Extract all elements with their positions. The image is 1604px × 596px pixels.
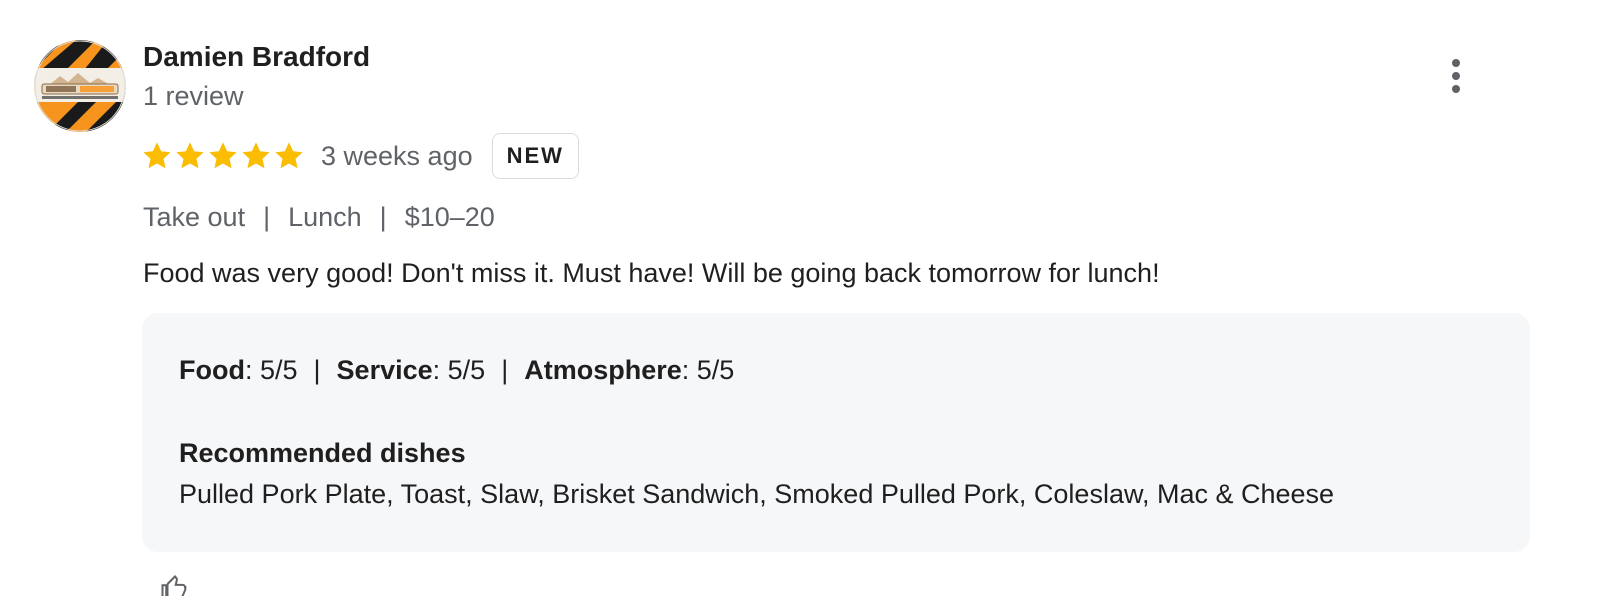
more-vert-icon (1452, 59, 1460, 67)
meal-type: Lunch (288, 202, 362, 232)
visit-meta: Take out | Lunch | $10–20 (143, 200, 495, 234)
more-options-button[interactable] (1436, 54, 1476, 98)
star-rating (141, 140, 305, 172)
star-icon (176, 142, 204, 169)
reviewer-name[interactable]: Damien Bradford (143, 40, 370, 74)
star-icon (242, 142, 270, 169)
score-separator: | (501, 355, 509, 385)
meta-separator: | (379, 202, 387, 232)
new-badge: NEW (491, 133, 579, 179)
logo-avatar-icon (34, 40, 126, 132)
star-icon (143, 142, 171, 169)
thumbs-up-icon[interactable] (160, 574, 190, 596)
star-icon (209, 142, 237, 169)
rating-row: 3 weeks ago NEW (141, 131, 579, 181)
score-separator: | (313, 355, 321, 385)
recommended-dishes-list: Pulled Pork Plate, Toast, Slaw, Brisket … (179, 479, 1335, 509)
review-card: Damien Bradford 1 review 3 weeks ago NEW… (0, 0, 1604, 596)
review-time: 3 weeks ago (321, 140, 473, 171)
review-details-box: Food : 5/5 | Service : 5/5 | Atmosphere … (142, 313, 1530, 552)
meta-separator: | (263, 202, 271, 232)
service-score-label: Service (336, 355, 433, 385)
more-vert-icon-dot (1452, 85, 1460, 93)
service-type: Take out (143, 202, 246, 232)
reviewer-avatar[interactable] (34, 40, 126, 132)
food-score-value: : 5/5 (244, 355, 298, 385)
review-text: Food was very good! Don't miss it. Must … (143, 258, 1160, 288)
review-count[interactable]: 1 review (143, 80, 244, 112)
price-range: $10–20 (404, 202, 495, 232)
food-score-label: Food (179, 355, 245, 385)
scores-row: Food : 5/5 | Service : 5/5 | Atmosphere … (179, 353, 734, 387)
atmosphere-score-value: : 5/5 (681, 355, 735, 385)
recommended-dishes-heading: Recommended dishes (179, 438, 466, 468)
atmosphere-score-label: Atmosphere (524, 355, 682, 385)
service-score-value: : 5/5 (432, 355, 486, 385)
star-icon (275, 142, 303, 169)
more-vert-icon-dot (1452, 72, 1460, 80)
